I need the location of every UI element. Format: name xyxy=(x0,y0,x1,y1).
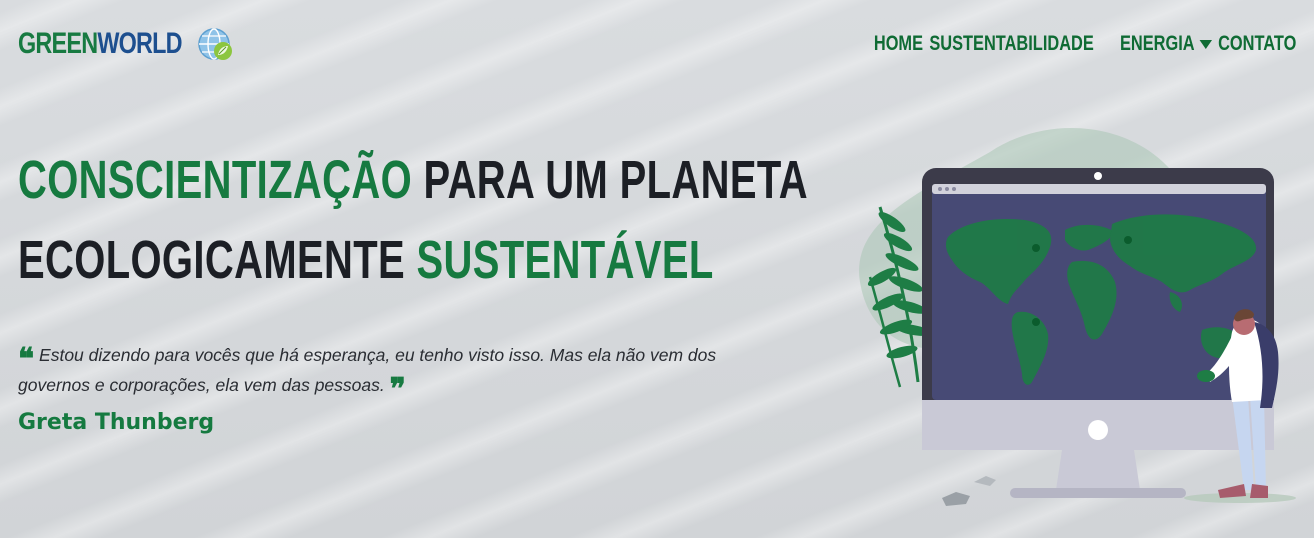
logo[interactable]: GREENWORLD xyxy=(18,26,232,62)
nav-menu: HOME SUSTENTABILIDADE ENERGIA CONTATO xyxy=(871,30,1296,58)
quote-open-icon: ❝ xyxy=(18,342,35,377)
nav-dropdown-energia-label: ENERGIA xyxy=(1120,32,1195,55)
rocks xyxy=(942,476,996,506)
logo-text-green: GREEN xyxy=(18,27,98,60)
quote-block: ❝ Estou dizendo para vocês que há espera… xyxy=(18,340,788,436)
hero-title-highlight-2: SUSTENTÁVEL xyxy=(416,230,714,290)
hero-title: CONSCIENTIZAÇÃO PARA UM PLANETA ECOLOGIC… xyxy=(18,140,808,300)
nav-link-sustentabilidade[interactable]: SUSTENTABILIDADE xyxy=(930,30,1094,58)
hero-title-line-2: ECOLOGICAMENTE SUSTENTÁVEL xyxy=(18,220,713,300)
hero-title-text-2: ECOLOGICAMENTE xyxy=(18,230,417,290)
quote-body: Estou dizendo para vocês que há esperanç… xyxy=(18,345,717,395)
nav-link-home[interactable]: HOME xyxy=(874,30,923,58)
navbar: GREENWORLD HOME SUSTENTABILIDADE ENERGIA… xyxy=(0,0,1314,86)
quote-close-icon: ❞ xyxy=(389,372,406,407)
nav-dropdown-energia[interactable]: ENERGIA xyxy=(1120,30,1212,58)
chevron-down-icon xyxy=(1199,39,1212,49)
quote-text: ❝ Estou dizendo para vocês que há espera… xyxy=(18,340,788,405)
logo-text: GREENWORLD xyxy=(18,26,183,62)
hero-illustration xyxy=(859,128,1296,506)
hero-title-line-1: CONSCIENTIZAÇÃO PARA UM PLANETA xyxy=(18,140,808,220)
logo-text-blue: WORLD xyxy=(97,27,182,60)
hero-title-text-1: PARA UM PLANETA xyxy=(412,150,808,210)
quote-author: Greta Thunberg xyxy=(18,410,215,435)
globe-leaf-icon xyxy=(198,28,232,60)
nav-link-contato[interactable]: CONTATO xyxy=(1218,30,1296,58)
hero-title-highlight-1: CONSCIENTIZAÇÃO xyxy=(18,150,413,210)
